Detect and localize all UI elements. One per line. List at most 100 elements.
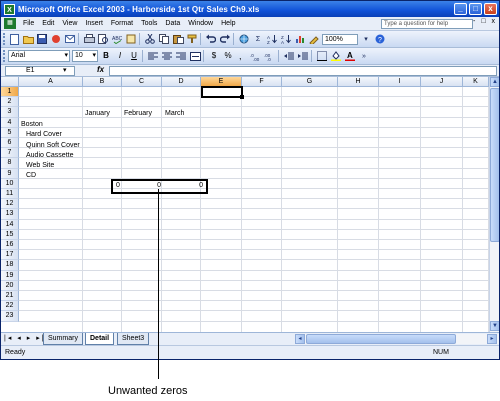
- help-question-box[interactable]: Type a question for help: [381, 19, 473, 29]
- column-header-f[interactable]: F: [242, 77, 282, 87]
- row-header-13[interactable]: 13: [1, 209, 19, 220]
- row-header-15[interactable]: 15: [1, 229, 19, 240]
- vertical-scrollbar[interactable]: ▲ ▼: [489, 77, 499, 332]
- hyperlink-icon[interactable]: [238, 33, 250, 45]
- active-cell-e1[interactable]: [201, 86, 244, 99]
- row-header-19[interactable]: 19: [1, 270, 19, 281]
- menu-window[interactable]: Window: [184, 20, 217, 27]
- scroll-right-icon[interactable]: ▸: [487, 334, 497, 344]
- row-header-23[interactable]: 23: [1, 311, 19, 322]
- save-icon[interactable]: [36, 33, 48, 45]
- increase-decimal-icon[interactable]: .0.00: [250, 50, 262, 62]
- toolbar-grip[interactable]: [3, 33, 6, 45]
- underline-icon[interactable]: U: [128, 50, 140, 62]
- column-header-k[interactable]: K: [463, 77, 489, 87]
- row-header-4[interactable]: 4: [1, 117, 19, 128]
- column-header-i[interactable]: I: [379, 77, 421, 87]
- row-header-2[interactable]: 2: [1, 97, 19, 108]
- menu-tools[interactable]: Tools: [137, 20, 161, 27]
- row-header-10[interactable]: 10: [1, 178, 19, 189]
- tab-detail[interactable]: Detail: [85, 333, 115, 345]
- toolbar-grip[interactable]: [3, 50, 6, 62]
- cell-a9[interactable]: CD: [26, 171, 36, 181]
- horizontal-scroll-thumb[interactable]: [306, 334, 456, 344]
- row-header-3[interactable]: 3: [1, 107, 19, 118]
- cell-a5[interactable]: Hard Cover: [26, 130, 62, 140]
- new-icon[interactable]: [8, 33, 20, 45]
- row-header-22[interactable]: 22: [1, 301, 19, 312]
- menu-data[interactable]: Data: [161, 20, 184, 27]
- cell-b3[interactable]: January: [85, 109, 110, 119]
- worksheet-grid[interactable]: ABCDEFGHIJK 1 2 3 4 5 6 7 8 9 10 11 12 13 14 15 16 17 18 1…: [1, 77, 489, 332]
- row-header-12[interactable]: 12: [1, 199, 19, 210]
- row-header-17[interactable]: 17: [1, 250, 19, 261]
- row-header-11[interactable]: 11: [1, 189, 19, 200]
- column-header-c[interactable]: C: [122, 77, 162, 87]
- drawing-icon[interactable]: [308, 33, 320, 45]
- cell-a6[interactable]: Quinn Soft Cover: [26, 141, 80, 151]
- zoom-dropdown-icon[interactable]: ▾: [360, 33, 372, 45]
- menu-file[interactable]: File: [19, 20, 38, 27]
- font-color-icon[interactable]: A: [344, 50, 356, 62]
- align-center-icon[interactable]: [161, 50, 173, 62]
- format-painter-icon[interactable]: [186, 33, 198, 45]
- font-name-select[interactable]: Arial: [8, 50, 70, 62]
- comma-style-icon[interactable]: ,: [236, 50, 248, 62]
- research-icon[interactable]: [125, 33, 137, 45]
- insert-function-icon[interactable]: fx: [97, 65, 104, 74]
- sheet-nav-arrows[interactable]: |◂ ◂ ▸ ▸|: [4, 334, 46, 342]
- merge-center-icon[interactable]: [189, 50, 201, 62]
- chevron-down-icon[interactable]: ▾: [63, 66, 67, 74]
- column-header-a[interactable]: A: [19, 77, 83, 87]
- cell-a7[interactable]: Audio Cassette: [26, 151, 73, 161]
- vertical-scroll-thumb[interactable]: [490, 88, 499, 242]
- align-left-icon[interactable]: [147, 50, 159, 62]
- print-icon[interactable]: [83, 33, 95, 45]
- menu-format[interactable]: Format: [107, 20, 137, 27]
- redo-icon[interactable]: [219, 33, 231, 45]
- help-icon[interactable]: ?: [374, 33, 386, 45]
- row-header-8[interactable]: 8: [1, 158, 19, 169]
- autosum-icon[interactable]: Σ: [252, 33, 264, 45]
- cut-icon[interactable]: [144, 33, 156, 45]
- menu-help[interactable]: Help: [217, 20, 239, 27]
- row-header-5[interactable]: 5: [1, 127, 19, 138]
- row-header-20[interactable]: 20: [1, 280, 19, 291]
- sort-descending-icon[interactable]: ZA: [280, 33, 292, 45]
- scroll-left-icon[interactable]: ◂: [295, 334, 305, 344]
- row-header-14[interactable]: 14: [1, 219, 19, 230]
- copy-icon[interactable]: [158, 33, 170, 45]
- cell-a8[interactable]: Web Site: [26, 161, 54, 171]
- cell-c3[interactable]: February: [124, 109, 152, 119]
- increase-indent-icon[interactable]: [297, 50, 309, 62]
- menu-edit[interactable]: Edit: [38, 20, 58, 27]
- cell-a4[interactable]: Boston: [21, 120, 43, 130]
- decrease-indent-icon[interactable]: [283, 50, 295, 62]
- toolbar-options-icon[interactable]: »: [358, 50, 370, 62]
- spelling-icon[interactable]: ABC: [111, 33, 123, 45]
- decrease-decimal-icon[interactable]: .00.0: [264, 50, 276, 62]
- cell-d3[interactable]: March: [165, 109, 184, 119]
- column-header-b[interactable]: B: [83, 77, 122, 87]
- maximize-button[interactable]: □: [469, 3, 482, 15]
- workbook-icon[interactable]: ▦: [4, 18, 16, 29]
- chart-wizard-icon[interactable]: [294, 33, 306, 45]
- horizontal-scrollbar[interactable]: ◂ ▸: [295, 334, 499, 344]
- undo-icon[interactable]: [205, 33, 217, 45]
- open-icon[interactable]: [22, 33, 34, 45]
- row-header-18[interactable]: 18: [1, 260, 19, 271]
- row-header-9[interactable]: 9: [1, 168, 19, 179]
- borders-icon[interactable]: [316, 50, 328, 62]
- select-all-corner[interactable]: [1, 77, 19, 87]
- percent-style-icon[interactable]: %: [222, 50, 234, 62]
- print-preview-icon[interactable]: [97, 33, 109, 45]
- fill-color-icon[interactable]: [330, 50, 342, 62]
- column-header-h[interactable]: H: [338, 77, 379, 87]
- close-button[interactable]: x: [484, 3, 497, 15]
- currency-style-icon[interactable]: $: [208, 50, 220, 62]
- italic-icon[interactable]: I: [114, 50, 126, 62]
- document-window-controls[interactable]: - □ x: [473, 18, 497, 25]
- menu-view[interactable]: View: [58, 20, 81, 27]
- column-header-g[interactable]: G: [282, 77, 338, 87]
- column-header-d[interactable]: D: [162, 77, 201, 87]
